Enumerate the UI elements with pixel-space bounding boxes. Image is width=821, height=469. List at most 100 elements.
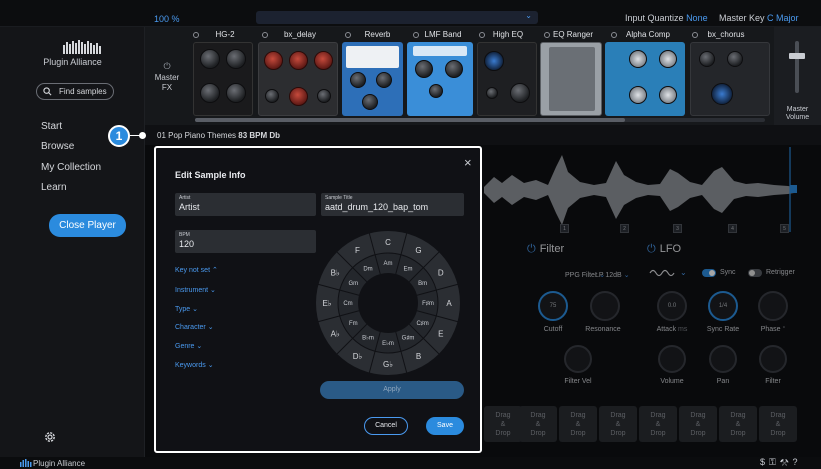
chevron-down-icon: ⌄ — [207, 324, 214, 331]
plugin-title: LMF Band — [424, 30, 462, 39]
plugin-title: HG-2 — [215, 30, 235, 39]
instrument-dropdown[interactable]: Instrument ⌄ — [175, 286, 216, 294]
genre-dropdown[interactable]: Genre ⌄ — [175, 342, 202, 350]
plugin-bx-delay[interactable] — [258, 42, 338, 116]
keywords-dropdown[interactable]: Keywords ⌄ — [175, 361, 214, 369]
minor-key-segment[interactable]: C♯m — [416, 320, 428, 327]
major-key-segment[interactable]: D — [438, 269, 444, 278]
plugin-hg2[interactable] — [193, 42, 253, 116]
plugin-title: bx_delay — [283, 30, 317, 39]
plugin-title: EQ Ranger — [552, 30, 594, 39]
sample-title-value: aatd_drum_120_bap_tom — [325, 202, 429, 212]
artist-field[interactable]: Artist Artist — [175, 193, 316, 216]
nav-learn[interactable]: Learn — [41, 182, 67, 193]
footer-icons: $⚿⚒? — [760, 457, 802, 468]
callout-dot — [139, 132, 146, 139]
input-quantize-label: Input Quantize — [625, 13, 684, 23]
minor-key-segment[interactable]: Cm — [343, 301, 352, 307]
chevron-down-icon: ⌄ — [196, 343, 203, 350]
minor-key-segment[interactable]: Gm — [349, 281, 359, 287]
brand-name: Plugin Alliance — [43, 57, 102, 67]
key-icon[interactable]: ⚿ — [769, 457, 780, 467]
major-key-segment[interactable]: A♭ — [331, 330, 340, 339]
minor-key-segment[interactable]: Am — [384, 261, 393, 267]
chevron-down-icon: ⌄ — [210, 287, 216, 294]
top-dropdown[interactable]: ⌄ — [256, 11, 538, 24]
master-fx-text-2: FX — [161, 83, 173, 92]
help-icon[interactable]: ? — [793, 457, 802, 467]
nav-my-collection[interactable]: My Collection — [41, 162, 101, 173]
plugin-title: Reverb — [364, 30, 391, 39]
close-icon[interactable]: × — [464, 155, 472, 170]
circle-of-fifths[interactable]: C G D A E B G♭ D♭ A♭ E♭ B♭ F Am Em Bm F♯m C♯m G♯m E♭m B♭m F… — [314, 229, 462, 377]
zoom-level[interactable]: 100 % — [154, 14, 180, 24]
close-player-button[interactable]: Close Player — [49, 214, 126, 237]
status-bar — [0, 457, 821, 469]
search-input[interactable]: Find samples — [36, 83, 114, 100]
fx-scrollbar-thumb[interactable] — [195, 118, 625, 122]
master-volume-handle[interactable] — [789, 53, 805, 59]
plugin-high-eq[interactable] — [477, 42, 537, 116]
major-key-segment[interactable]: G♭ — [383, 360, 393, 369]
plugin-title: Alpha Comp — [625, 30, 671, 39]
minor-key-segment[interactable]: Bm — [418, 281, 427, 287]
character-dropdown[interactable]: Character ⌄ — [175, 323, 214, 331]
dollar-icon[interactable]: $ — [760, 457, 769, 467]
master-key-value[interactable]: C Major — [767, 13, 799, 23]
major-key-segment[interactable]: B — [416, 352, 421, 361]
input-quantize-value[interactable]: None — [686, 13, 708, 23]
nav-start[interactable]: Start — [41, 121, 62, 132]
plugin-alpha-comp[interactable] — [605, 42, 685, 116]
major-key-segment[interactable]: A — [446, 299, 452, 308]
minor-key-segment[interactable]: E♭m — [382, 340, 394, 347]
master-fx-label[interactable]: ⏻ Master FX — [148, 61, 186, 93]
major-key-segment[interactable]: E♭ — [322, 299, 331, 308]
plugin-title: bx_chorus — [707, 30, 745, 39]
major-key-segment[interactable]: D♭ — [353, 352, 363, 361]
chevron-up-icon: ⌃ — [211, 267, 218, 274]
artist-value: Artist — [179, 202, 200, 212]
plugin-reverb[interactable] — [342, 42, 403, 116]
plugin-bx-chorus[interactable] — [690, 42, 770, 116]
apply-button[interactable]: Apply — [320, 381, 464, 399]
major-key-segment[interactable]: C — [385, 238, 391, 247]
plugin-alliance-logo-icon — [63, 40, 101, 54]
bpm-value: 120 — [179, 239, 195, 249]
minor-key-segment[interactable]: G♯m — [402, 335, 415, 342]
major-key-segment[interactable]: G — [415, 246, 421, 255]
chevron-down-icon: ⌄ — [525, 11, 532, 20]
input-quantize[interactable]: Input Quantize None — [625, 13, 708, 23]
master-fx-text-1: Master — [154, 73, 180, 82]
plugin-alliance-small-logo-icon — [20, 459, 32, 467]
tools-icon[interactable]: ⚒ — [780, 457, 793, 467]
cancel-button[interactable]: Cancel — [364, 417, 408, 435]
power-icon[interactable]: ⏻ — [148, 61, 186, 71]
type-dropdown[interactable]: Type ⌄ — [175, 305, 198, 313]
minor-key-segment[interactable]: Em — [404, 266, 413, 272]
minor-key-segment[interactable]: F♯m — [422, 300, 434, 307]
major-key-segment[interactable]: B♭ — [331, 269, 340, 278]
sample-title-field[interactable]: Sample Title aatd_drum_120_bap_tom — [321, 193, 464, 216]
save-button[interactable]: Save — [426, 417, 464, 435]
major-key-segment[interactable]: F — [355, 246, 360, 255]
key-not-set-toggle[interactable]: Key not set ⌃ — [175, 266, 218, 274]
sample-info-line[interactable]: 01 Pop Piano Themes 83 BPM Db — [157, 131, 280, 140]
sample-name: 01 Pop Piano Themes — [157, 131, 237, 140]
master-key[interactable]: Master Key C Major — [719, 13, 799, 23]
bpm-field[interactable]: BPM 120 — [175, 230, 316, 253]
chevron-down-icon: ⌄ — [192, 306, 199, 313]
minor-key-segment[interactable]: Dm — [363, 266, 372, 272]
sample-title-label: Sample Title — [325, 195, 353, 201]
footer-brand: Plugin Alliance — [33, 459, 86, 468]
plugin-title: High EQ — [492, 30, 524, 39]
plugin-lmf-band[interactable] — [407, 42, 473, 116]
plugin-eq-ranger[interactable] — [540, 42, 602, 116]
master-key-label: Master Key — [719, 13, 765, 23]
gear-icon[interactable] — [43, 430, 57, 444]
minor-key-segment[interactable]: Fm — [349, 321, 358, 327]
master-volume-slider[interactable] — [795, 41, 799, 93]
callout-badge: 1 — [108, 125, 130, 147]
minor-key-segment[interactable]: B♭m — [362, 335, 374, 342]
major-key-segment[interactable]: E — [438, 330, 443, 339]
nav-browse[interactable]: Browse — [41, 141, 74, 152]
